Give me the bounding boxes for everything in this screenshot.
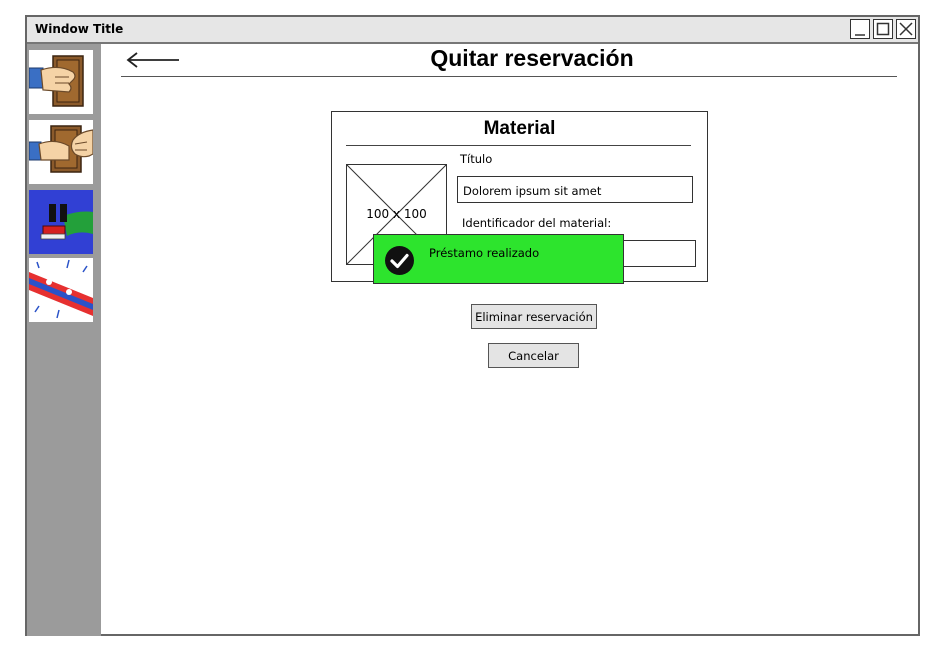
title-field[interactable]: Dolorem ipsum sit amet	[457, 176, 693, 203]
close-icon[interactable]	[896, 19, 916, 39]
image-size-label: 100 x 100	[366, 207, 427, 221]
remove-reservation-button[interactable]: Eliminar reservación	[471, 304, 597, 329]
minimize-icon[interactable]	[850, 19, 870, 39]
sidebar-item-quitar-reserva[interactable]	[29, 258, 93, 322]
reservation-tape-icon	[29, 259, 93, 319]
check-circle-icon	[385, 246, 414, 275]
title-bar: Window Title	[27, 17, 918, 44]
hands-returning-book-icon	[29, 125, 93, 173]
window-title: Window Title	[35, 22, 124, 36]
maximize-icon[interactable]	[873, 19, 893, 39]
success-toast: Préstamo realizado	[373, 234, 624, 284]
material-id-label: Identificador del material:	[462, 216, 612, 230]
cancel-button[interactable]: Cancelar	[488, 343, 579, 368]
sidebar-item-reservar[interactable]	[29, 190, 93, 254]
material-divider	[346, 145, 691, 146]
title-label: Título	[460, 152, 493, 166]
hand-giving-book-icon	[29, 55, 84, 107]
back-arrow-icon[interactable]	[123, 47, 181, 73]
sidebar-item-devolver[interactable]	[29, 120, 93, 184]
toast-message: Préstamo realizado	[429, 246, 540, 260]
pause-book-icon	[29, 190, 93, 254]
material-heading: Material	[483, 118, 556, 139]
title-divider	[121, 76, 897, 77]
sidebar-item-prestar[interactable]	[29, 50, 93, 114]
sidebar	[27, 44, 101, 636]
page-title: Quitar reservación	[430, 45, 634, 71]
